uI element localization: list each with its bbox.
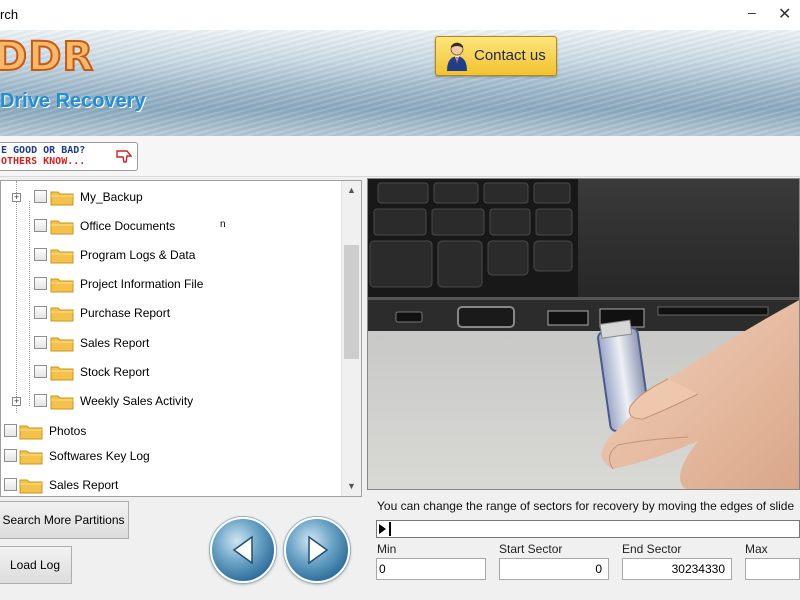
- folder-icon: [50, 366, 74, 381]
- scrollbar-thumb[interactable]: [344, 245, 359, 359]
- load-log-button[interactable]: Load Log: [0, 546, 72, 584]
- tree-checkbox[interactable]: [34, 306, 47, 319]
- tree-item-label: Sales Report: [80, 336, 150, 350]
- scroll-up-icon[interactable]: ▲: [347, 185, 356, 195]
- tree-item-label: Stock Report: [80, 365, 150, 379]
- stray-mark: n: [220, 219, 226, 230]
- start-sector-field[interactable]: 0: [499, 558, 609, 580]
- scroll-down-icon[interactable]: ▼: [347, 481, 356, 491]
- tree-checkbox[interactable]: [34, 219, 47, 232]
- tree-item-label: Sales Report: [49, 478, 119, 492]
- minimize-button[interactable]: –: [748, 4, 756, 20]
- folder-icon: [19, 479, 43, 494]
- header-banner: DDR Drive Recovery Contact us: [0, 30, 800, 137]
- tree-checkbox[interactable]: [34, 336, 47, 349]
- min-label: Min: [377, 542, 397, 556]
- max-field: [745, 558, 800, 580]
- tree-item-label: Office Documents: [80, 219, 176, 233]
- tree-item[interactable]: Program Logs & Data: [1, 245, 341, 267]
- tree-checkbox[interactable]: [34, 277, 47, 290]
- folder-icon: [19, 425, 43, 440]
- rating-line-1: E GOOD OR BAD?: [1, 145, 86, 156]
- next-button[interactable]: [284, 517, 350, 583]
- contact-us-button[interactable]: Contact us: [435, 36, 557, 76]
- tree-checkbox[interactable]: [4, 449, 17, 462]
- tree-item-label: Project Information File: [80, 277, 204, 291]
- folder-icon: [50, 395, 74, 410]
- expand-toggle[interactable]: +: [12, 193, 21, 202]
- folder-tree[interactable]: + My_Backup Office Documents n Program L…: [0, 180, 362, 497]
- search-more-partitions-label: Search More Partitions: [2, 513, 125, 527]
- tree-scrollbar[interactable]: ▲ ▼: [341, 181, 361, 496]
- laptop-usb-illustration: [368, 179, 799, 489]
- folder-icon: [50, 249, 74, 264]
- close-button[interactable]: ✕: [778, 4, 791, 24]
- tree-item-label: Weekly Sales Activity: [80, 394, 194, 408]
- usb-drive-photo: [367, 178, 800, 490]
- tree-item[interactable]: + Weekly Sales Activity: [1, 391, 341, 413]
- start-sector-label: Start Sector: [499, 542, 563, 556]
- app-subtitle: Drive Recovery: [0, 90, 146, 112]
- contact-us-label: Contact us: [474, 47, 546, 64]
- sector-range-hint: You can change the range of sectors for …: [377, 499, 795, 513]
- folder-icon: [50, 220, 74, 235]
- folder-icon: [50, 307, 74, 322]
- arrow-right-icon: [308, 535, 329, 565]
- tree-item[interactable]: Project Information File: [1, 274, 341, 296]
- tree-item[interactable]: Photos: [1, 421, 341, 443]
- folder-icon: [50, 278, 74, 293]
- thumb-down-icon: [116, 150, 132, 163]
- back-button[interactable]: [210, 517, 276, 583]
- tree-item[interactable]: Sales Report: [1, 475, 341, 496]
- folder-icon: [50, 191, 74, 206]
- end-sector-field[interactable]: 30234330: [622, 558, 732, 580]
- tree-checkbox[interactable]: [34, 248, 47, 261]
- max-label: Max: [745, 542, 768, 556]
- tree-checkbox[interactable]: [34, 365, 47, 378]
- folder-icon: [50, 337, 74, 352]
- title-bar: rch – ✕: [0, 0, 800, 31]
- end-sector-value: 30234330: [671, 562, 725, 576]
- min-field: 0: [376, 558, 486, 580]
- tree-item[interactable]: + My_Backup: [1, 187, 341, 209]
- rating-line-2: OTHERS KNOW...: [1, 156, 86, 167]
- load-log-label: Load Log: [9, 558, 61, 572]
- tree-item-label: Program Logs & Data: [80, 248, 196, 262]
- sector-range-slider[interactable]: [376, 520, 800, 538]
- tree-item[interactable]: Stock Report: [1, 362, 341, 384]
- tree-item-label: Photos: [49, 424, 87, 438]
- slider-marker: [389, 522, 391, 536]
- min-value: 0: [379, 562, 386, 576]
- arrow-left-icon: [232, 535, 253, 565]
- search-more-partitions-button[interactable]: Search More Partitions: [0, 501, 129, 539]
- tree-item[interactable]: Purchase Report: [1, 303, 341, 325]
- tree-item[interactable]: Office Documents n: [1, 216, 341, 238]
- tree-checkbox[interactable]: [4, 424, 17, 437]
- tree-checkbox[interactable]: [34, 394, 47, 407]
- folder-icon: [19, 450, 43, 465]
- person-icon: [447, 42, 467, 71]
- tree-item-label: My_Backup: [80, 190, 143, 204]
- slider-start-handle[interactable]: [379, 524, 386, 534]
- app-logo: DDR: [0, 33, 95, 81]
- expand-toggle[interactable]: +: [12, 397, 21, 406]
- tree-item-label: Purchase Report: [80, 306, 171, 320]
- start-sector-value: 0: [595, 562, 602, 576]
- tree-item[interactable]: Softwares Key Log: [1, 446, 341, 468]
- tree-checkbox[interactable]: [4, 478, 17, 491]
- rating-strip: E GOOD OR BAD? OTHERS KNOW...: [0, 136, 800, 177]
- tree-item-label: Softwares Key Log: [49, 449, 150, 463]
- rate-us-badge[interactable]: E GOOD OR BAD? OTHERS KNOW...: [0, 142, 138, 171]
- window-title: rch: [0, 7, 19, 22]
- tree-item[interactable]: Sales Report: [1, 333, 341, 355]
- end-sector-label: End Sector: [622, 542, 682, 556]
- tree-checkbox[interactable]: [34, 190, 47, 203]
